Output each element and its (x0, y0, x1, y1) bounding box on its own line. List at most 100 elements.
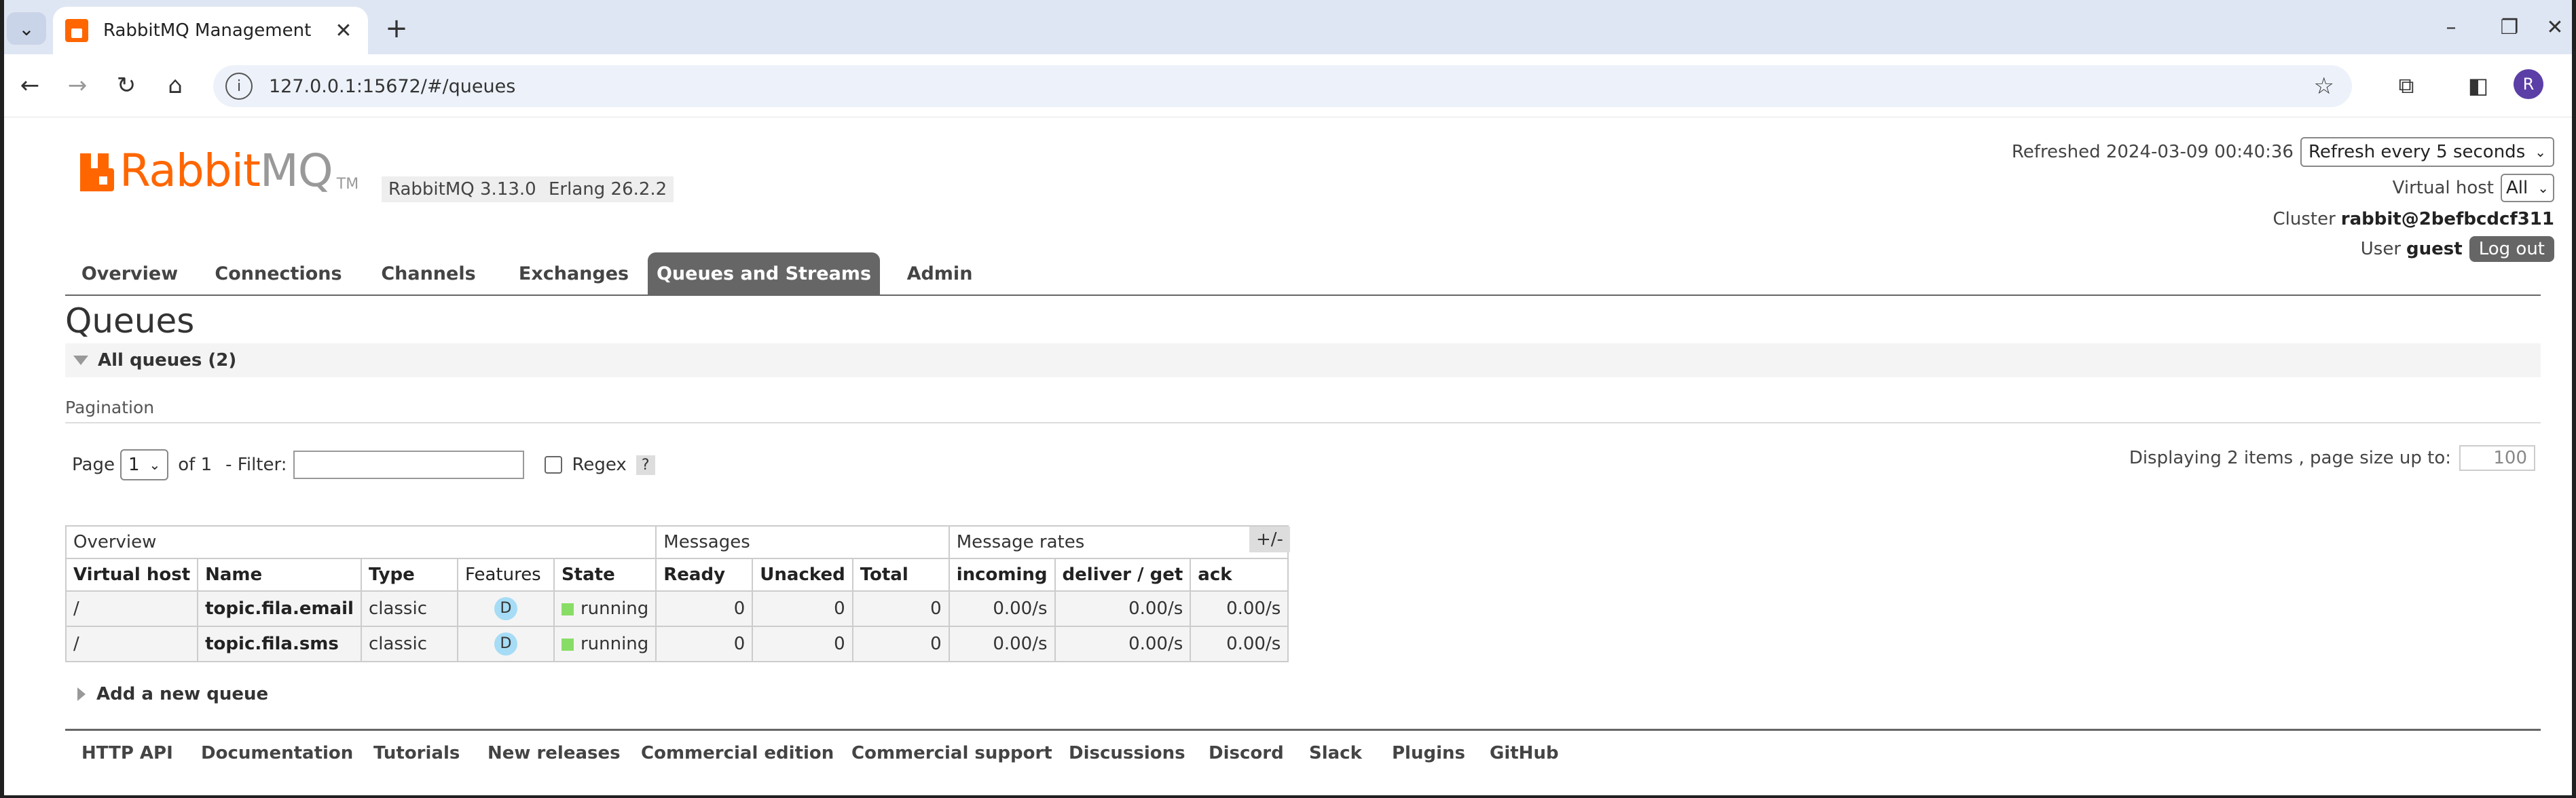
footer-link-commercial-support[interactable]: Commercial support (851, 743, 1052, 763)
tab-connections[interactable]: Connections (201, 252, 356, 294)
url-text[interactable]: 127.0.0.1:15672/#/queues (269, 76, 2314, 97)
cell-incoming: 0.00/s (948, 626, 1056, 662)
tab-queues-and-streams[interactable]: Queues and Streams (648, 252, 880, 294)
virtual-host-select[interactable]: All ⌄ (2501, 174, 2554, 202)
page-count: of 1 (178, 455, 213, 475)
side-panel-icon[interactable]: ◧ (2461, 68, 2496, 103)
displaying-label: Displaying 2 items , page size up to: (2129, 448, 2451, 468)
window-border-right (2572, 0, 2576, 798)
col-ack[interactable]: ack (1190, 558, 1289, 592)
rabbitmq-logo-icon (80, 153, 114, 191)
all-queues-heading: All queues (2) (98, 350, 237, 370)
virtual-host-label: Virtual host (2392, 178, 2494, 198)
reload-icon[interactable]: ↻ (109, 68, 144, 103)
chevron-down-icon: ⌄ (2537, 180, 2549, 196)
footer-link-discord[interactable]: Discord (1209, 743, 1284, 763)
rabbitmq-logo[interactable]: RabbitMQ TM (80, 149, 359, 193)
page-size-input[interactable]: 100 (2459, 445, 2535, 471)
add-queue-label: Add a new queue (96, 684, 269, 704)
footer-link-tutorials[interactable]: Tutorials (373, 743, 460, 763)
rabbitmq-version-badge: RabbitMQ 3.13.0 (382, 176, 543, 202)
footer-link-new-releases[interactable]: New releases (487, 743, 621, 763)
cluster-name: rabbit@2befbcdcf311 (2340, 209, 2554, 229)
chevron-down-icon: ⌄ (18, 17, 35, 40)
cell-unacked: 0 (752, 590, 853, 627)
address-bar[interactable]: i 127.0.0.1:15672/#/queues ☆ (213, 65, 2352, 107)
cell-incoming: 0.00/s (948, 590, 1056, 627)
table-row: / topic.fila.sms classic D running 0 0 0… (65, 626, 1289, 662)
cell-total: 0 (851, 626, 950, 662)
tab-admin[interactable]: Admin (889, 252, 990, 294)
tab-title: RabbitMQ Management (103, 20, 312, 41)
footer-link-github[interactable]: GitHub (1490, 743, 1559, 763)
close-tab-icon[interactable]: ✕ (330, 17, 357, 44)
rabbitmq-page: RabbitMQ TM RabbitMQ 3.13.0 Erlang 26.2.… (0, 117, 2576, 795)
logo-mq-text: MQ (259, 145, 333, 197)
chevron-down-icon: ⌄ (2535, 144, 2546, 160)
col-deliver-get[interactable]: deliver / get (1054, 558, 1192, 592)
col-type[interactable]: Type (360, 558, 458, 592)
regex-checkbox[interactable] (545, 456, 563, 474)
tab-channels[interactable]: Channels (364, 252, 493, 294)
displaying-info: Displaying 2 items , page size up to: 10… (2129, 445, 2535, 471)
col-unacked[interactable]: Unacked (752, 558, 853, 592)
running-state-icon (561, 638, 574, 651)
durable-feature-badge: D (494, 597, 517, 620)
group-message-rates: Message rates (948, 525, 1289, 559)
close-window-icon[interactable]: ✕ (2538, 11, 2572, 43)
page-label: Page (72, 455, 115, 475)
header-status: Refreshed 2024-03-09 00:40:36 Refresh ev… (2012, 137, 2554, 269)
regex-label: Regex (572, 455, 627, 475)
table-row: / topic.fila.email classic D running 0 0… (65, 590, 1289, 627)
footer-link-documentation[interactable]: Documentation (201, 743, 353, 763)
cell-total: 0 (851, 590, 950, 627)
cell-deliver-get: 0.00/s (1054, 626, 1192, 662)
bookmark-star-icon[interactable]: ☆ (2314, 73, 2334, 100)
col-name[interactable]: Name (197, 558, 362, 592)
new-tab-button[interactable]: + (380, 12, 413, 45)
footer-link-plugins[interactable]: Plugins (1392, 743, 1465, 763)
pagination-heading: Pagination (65, 398, 155, 417)
queue-name-link[interactable]: topic.fila.sms (197, 626, 362, 662)
running-state-icon (561, 603, 574, 615)
pagination-divider (65, 422, 2541, 423)
back-icon[interactable]: ← (12, 68, 48, 103)
minimize-icon[interactable]: – (2429, 11, 2473, 43)
page-select[interactable]: 1 ⌄ (119, 449, 169, 480)
cell-type: classic (360, 626, 458, 662)
footer-links: HTTP API Documentation Tutorials New rel… (65, 729, 2541, 778)
footer-link-slack[interactable]: Slack (1309, 743, 1362, 763)
footer-link-commercial-edition[interactable]: Commercial edition (641, 743, 834, 763)
col-incoming[interactable]: incoming (948, 558, 1056, 592)
tab-exchanges[interactable]: Exchanges (501, 252, 646, 294)
browser-tab[interactable]: RabbitMQ Management ✕ (53, 7, 368, 54)
queue-name-link[interactable]: topic.fila.email (197, 590, 362, 627)
cell-state: running (580, 598, 649, 619)
col-virtual-host[interactable]: Virtual host (65, 558, 199, 592)
erlang-version-badge: Erlang 26.2.2 (542, 176, 674, 202)
column-options-button[interactable]: +/- (1249, 527, 1290, 552)
tab-overview[interactable]: Overview (65, 252, 194, 294)
col-total[interactable]: Total (851, 558, 950, 592)
add-queue-toggle[interactable]: Add a new queue (65, 684, 268, 704)
tab-strip: ⌄ RabbitMQ Management ✕ + – ❐ ✕ (0, 0, 2576, 54)
group-overview: Overview (65, 525, 657, 559)
profile-avatar[interactable]: R (2514, 69, 2543, 99)
site-info-icon[interactable]: i (225, 73, 253, 100)
expand-triangle-icon (77, 687, 86, 701)
refresh-interval-select[interactable]: Refresh every 5 seconds ⌄ (2300, 137, 2554, 167)
filter-input[interactable] (293, 451, 525, 479)
footer-link-discussions[interactable]: Discussions (1069, 743, 1185, 763)
footer-link-http-api[interactable]: HTTP API (81, 743, 173, 763)
restore-window-icon[interactable]: ❐ (2488, 11, 2531, 43)
col-state[interactable]: State (553, 558, 657, 592)
home-icon[interactable]: ⌂ (158, 68, 193, 103)
extensions-icon[interactable]: ⧉ (2389, 68, 2424, 103)
logo-trademark: TM (336, 176, 359, 193)
cell-vhost: / (65, 590, 199, 627)
regex-help-button[interactable]: ? (636, 455, 655, 475)
forward-icon[interactable]: → (60, 68, 95, 103)
col-ready[interactable]: Ready (655, 558, 754, 592)
tab-search-dropdown[interactable]: ⌄ (7, 12, 46, 45)
all-queues-section-toggle[interactable]: All queues (2) (65, 343, 2541, 377)
